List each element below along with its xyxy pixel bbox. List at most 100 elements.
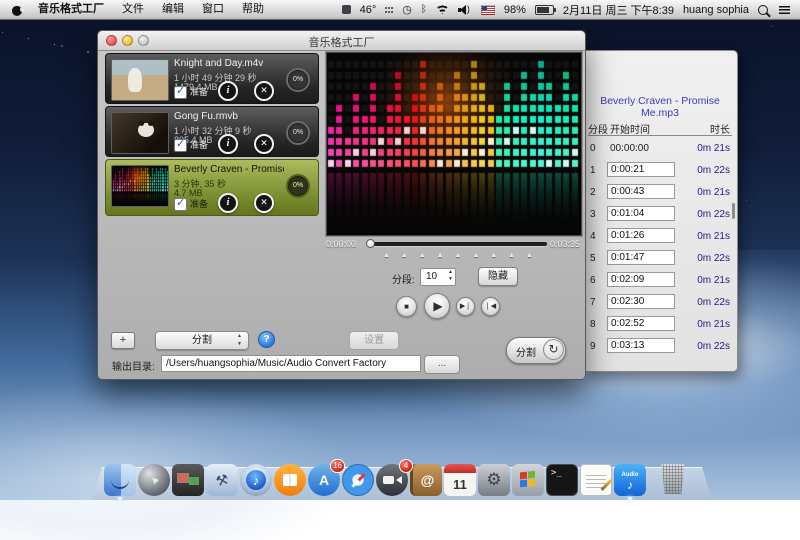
menu-file[interactable]: 文件 [113, 0, 153, 19]
window-titlebar[interactable]: 音乐格式工厂 [98, 31, 585, 51]
dock-item-app-store[interactable]: A16 [308, 464, 340, 496]
help-button[interactable]: ? [258, 331, 275, 348]
dock-item-facetime[interactable]: 4 [376, 464, 408, 496]
file-item-gong-fu[interactable]: Gong Fu.rmvb 1 小时 32 分钟 9 秒 805.4 MB 准备 … [105, 106, 319, 157]
dock-item-textedit[interactable] [580, 464, 612, 496]
menu-app-name[interactable]: 音乐格式工厂 [29, 0, 113, 19]
apple-menu-icon[interactable] [12, 4, 23, 16]
dock-item-safari[interactable] [342, 464, 374, 496]
segment-marker-icon[interactable]: ▲ [455, 252, 462, 259]
output-dir-field[interactable] [161, 355, 421, 372]
launchpad-glyph-icon: ▲ [146, 472, 162, 488]
dock-item-calendar[interactable]: 11 [444, 464, 476, 496]
volume-icon[interactable]: ) [458, 5, 472, 15]
stop-button[interactable] [396, 296, 417, 317]
remove-file-button[interactable] [254, 134, 274, 154]
segment-count-stepper[interactable]: 10 ▲▼ [420, 268, 456, 286]
audio-converter-icon: Audio♪ [614, 464, 646, 496]
menu-window[interactable]: 窗口 [193, 0, 233, 19]
split-action-button[interactable]: 分割 ↻ [506, 337, 566, 364]
dock-item-launchpad[interactable]: ▲ [138, 464, 170, 496]
audio-thumbnail [111, 165, 169, 207]
segment-marker-icon[interactable]: ▲ [419, 252, 426, 259]
input-language-flag-icon[interactable] [481, 5, 495, 15]
segment-start-input[interactable] [607, 338, 675, 353]
add-file-button[interactable]: + [111, 332, 135, 349]
segment-controls: 分段: 10 ▲▼ 隐藏 [326, 267, 580, 287]
dock-item-xcode[interactable]: ⚒ [206, 464, 238, 496]
hide-button[interactable]: 隐藏 [478, 267, 518, 286]
mode-dropdown[interactable]: 分割▲▼ [155, 331, 249, 350]
timeline-slider[interactable] [367, 242, 547, 246]
segment-marker-icon[interactable]: ▲ [383, 252, 390, 259]
segment-start-input[interactable] [607, 162, 675, 177]
segments-table-header: 分段 开始时间 时长 [588, 121, 732, 136]
stepper-arrows-icon[interactable]: ▲▼ [448, 269, 453, 283]
segment-duration: 0m 21s [697, 187, 730, 198]
notification-center-icon[interactable] [779, 6, 790, 14]
segment-marker-icon[interactable]: ▲ [490, 252, 497, 259]
file-item-knight-and-day[interactable]: Knight and Day.m4v 1 小时 49 分钟 29 秒 1479.… [105, 53, 319, 104]
info-button[interactable] [218, 193, 238, 213]
play-button[interactable] [424, 293, 450, 319]
ready-checkbox[interactable] [174, 139, 187, 152]
dock-item-screen-sharing[interactable] [172, 464, 204, 496]
next-segment-button[interactable] [456, 297, 475, 316]
segment-marker-icon[interactable]: ▲ [401, 252, 408, 259]
bluetooth-icon[interactable]: ᛒ [421, 4, 427, 15]
dock-item-system-preferences[interactable]: ⚙ [478, 464, 510, 496]
segment-marker-icon[interactable]: ▲ [437, 252, 444, 259]
drawer-file-title: Beverly Craven - Promise Me.mp3 [583, 95, 737, 119]
dock-item-ibooks[interactable] [274, 464, 306, 496]
info-button[interactable] [218, 134, 238, 154]
dock-item-contacts[interactable]: @ [410, 464, 442, 496]
dock-item-itunes[interactable]: ♪ [240, 464, 272, 496]
menu-datetime[interactable]: 2月11日 周三 下午8:39 [563, 2, 674, 18]
segment-row: 40m 21s [588, 227, 732, 249]
segment-marker-icon[interactable]: ▲ [472, 252, 479, 259]
drawer-scrollbar[interactable] [732, 203, 735, 219]
remove-file-button[interactable] [254, 81, 274, 101]
info-button[interactable] [218, 81, 238, 101]
browse-button[interactable]: ... [424, 355, 460, 374]
dock-item-trash[interactable] [657, 464, 689, 496]
progress-badge: 0% [286, 68, 310, 92]
menu-edit[interactable]: 编辑 [153, 0, 193, 19]
xcode-icon: ⚒ [206, 464, 238, 496]
remove-file-button[interactable] [254, 193, 274, 213]
segment-start-input[interactable] [607, 250, 675, 265]
dots-menu-extra-icon[interactable] [385, 6, 393, 13]
temperature-status[interactable]: 46° [360, 4, 377, 16]
time-machine-icon[interactable]: ◷ [402, 3, 412, 16]
file-item-promise-me-selected[interactable]: Beverly Craven - Promise Me.mp3 3 分钟, 35… [105, 159, 319, 216]
menu-help[interactable]: 帮助 [233, 0, 273, 19]
dock-item-terminal[interactable]: >_ [546, 464, 578, 496]
timeline-knob[interactable] [366, 239, 375, 248]
settings-button[interactable]: 设置 [349, 331, 399, 350]
previous-segment-button[interactable] [481, 297, 500, 316]
terminal-icon: >_ [546, 464, 578, 496]
segment-start-input[interactable] [607, 228, 675, 243]
segment-marker-icon[interactable]: ▲ [526, 252, 533, 259]
menu-username[interactable]: huang sophia [683, 4, 749, 16]
ready-checkbox[interactable] [174, 198, 187, 211]
battery-icon[interactable] [535, 5, 554, 15]
dock-item-finder[interactable] [104, 464, 136, 496]
wifi-icon[interactable] [436, 5, 449, 15]
menu-extra-icon[interactable] [342, 5, 351, 14]
app-store-badge: 16 [330, 459, 345, 473]
textedit-icon [580, 464, 612, 496]
file-name: Knight and Day.m4v [174, 58, 284, 69]
ready-checkbox[interactable] [174, 86, 187, 99]
spotlight-search-icon[interactable] [758, 5, 768, 15]
segment-start-input[interactable] [607, 184, 675, 199]
desktop: 音乐格式工厂 文件 编辑 窗口 帮助 46° ◷ ᛒ ) 98% 2月11日 周… [0, 0, 800, 500]
dock-item-audio-converter[interactable]: Audio♪ [614, 464, 646, 496]
segment-start-input[interactable] [607, 272, 675, 287]
segment-start-input[interactable] [607, 294, 675, 309]
segment-start-input[interactable] [607, 316, 675, 331]
dock-item-parallels[interactable] [512, 464, 544, 496]
segment-start-input[interactable] [607, 206, 675, 221]
current-time: 0:00:00 [326, 239, 356, 249]
segment-marker-icon[interactable]: ▲ [508, 252, 515, 259]
